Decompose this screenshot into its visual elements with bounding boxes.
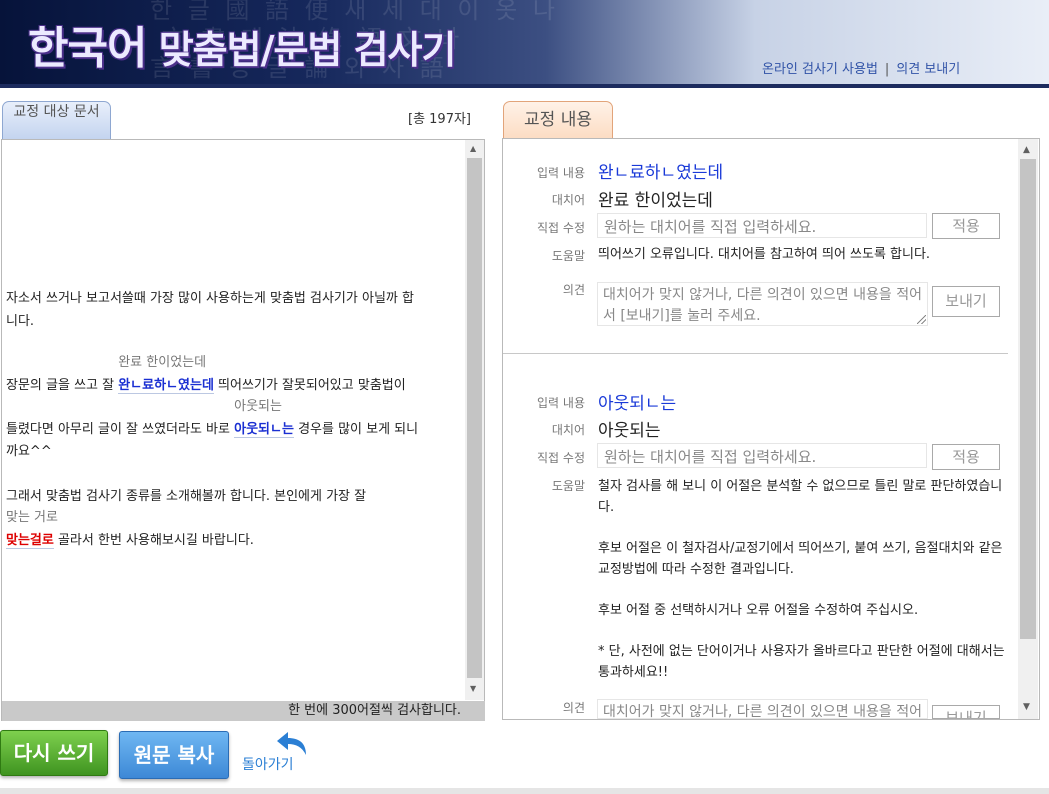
label-help: 도움말 <box>551 479 585 493</box>
label-input: 입력 내용 <box>537 166 585 180</box>
text-segment: 장문의 글을 쓰고 잘 <box>6 378 119 393</box>
resize-grip-icon[interactable] <box>917 315 926 324</box>
label-help: 도움말 <box>551 249 585 263</box>
scroll-down-arrow-icon[interactable]: ▼ <box>1023 702 1030 712</box>
help-paragraph: 후보 어절은 이 철자검사/교정기에서 띄어쓰기, 붙여 쓰기, 음절대치와 같… <box>598 541 1003 577</box>
apply-button[interactable]: 적용 <box>932 444 1000 470</box>
help-paragraph: * 단, 사전에 없는 단어이거나 사용자가 올바르다고 판단한 어절에 대해서… <box>598 644 1005 680</box>
scroll-up-arrow-icon[interactable]: ▲ <box>470 144 476 153</box>
text-line: 그래서 맞춤법 검사기 종류를 소개해볼까 합니다. 본인에게 가장 잘 <box>6 489 367 504</box>
suggestion-label: 맞는 거로 <box>6 510 58 525</box>
scroll-down-arrow-icon[interactable]: ▼ <box>470 684 476 693</box>
text-line: 틀렸다면 아무리 글이 잘 쓰였더라도 바로 아웃되는아웃되ㄴ는 경우를 많이 … <box>6 399 419 441</box>
char-count: [총 197자] <box>408 112 472 127</box>
label-direct-edit: 직접 수정 <box>537 221 585 235</box>
correction-divider <box>503 353 1008 354</box>
scrollbar-thumb[interactable] <box>1020 159 1036 639</box>
back-label: 돌아가기 <box>242 757 294 773</box>
error-word-text: 완ㄴ료하ㄴ였는데 <box>118 378 214 393</box>
label-input: 입력 내용 <box>537 396 585 410</box>
copy-original-button[interactable]: 원문 복사 <box>119 731 229 779</box>
send-button[interactable]: 보내기 <box>932 286 1000 317</box>
suggestion-label: 아웃되는 <box>234 399 282 414</box>
text-line: 맞는 거로맞는걸로 골라서 한번 사용해보시길 바랍니다. <box>6 510 254 552</box>
help-text: 철자 검사를 해 보니 이 어절은 분석할 수 없으므로 틀린 말로 판단하였습… <box>598 476 1006 683</box>
right-scrollbar[interactable]: ▲ ▼ <box>1018 139 1038 719</box>
usage-guide-link[interactable]: 온라인 검사기 사용법 <box>762 62 878 77</box>
link-separator: | <box>884 62 890 77</box>
check-limit-note: 한 번에 300어절씩 검사합니다. <box>2 701 485 721</box>
header-banner: 한 글 國 語 便 새 세 대 이 옷 나 文 書 대 法 綠 語 文 바 言 … <box>0 0 1049 88</box>
logo-part2: 맞춤법/문법 검사기 <box>158 28 457 72</box>
text-line: 장문의 글을 쓰고 잘 완료 한이었는데완ㄴ료하ㄴ였는데 띄어쓰기가 잘못되어있… <box>6 355 406 397</box>
text-segment: 경우를 많이 보게 되니 <box>293 422 419 437</box>
text-segment: 골라서 한번 사용해보시길 바랍니다. <box>53 533 254 548</box>
top-links: 온라인 검사기 사용법 | 의견 보내기 <box>762 58 960 77</box>
send-button[interactable]: 보내기 <box>932 705 1000 719</box>
label-replacement: 대치어 <box>551 193 585 207</box>
scrollbar-thumb[interactable] <box>467 158 482 678</box>
text-line: 니다. <box>6 314 35 329</box>
text-segment: 띄어쓰기가 잘못되어있고 맞춤법이 <box>213 378 406 393</box>
feedback-link[interactable]: 의견 보내기 <box>896 62 960 77</box>
label-direct-edit: 직접 수정 <box>537 451 585 465</box>
help-text: 띄어쓰기 오류입니다. 대치어를 참고하여 띄어 쓰도록 합니다. <box>598 247 931 262</box>
input-word: 완ㄴ료하ㄴ였는데 <box>598 163 724 183</box>
label-replacement: 대치어 <box>551 423 585 437</box>
input-word: 아웃되ㄴ는 <box>598 394 677 414</box>
text-line: 자소서 쓰거나 보고서쓸때 가장 많이 사용하는게 맞춤법 검사기가 아닐까 합 <box>6 291 414 306</box>
rewrite-button[interactable]: 다시 쓰기 <box>0 730 108 776</box>
help-paragraph: 후보 어절 중 선택하시거나 오류 어절을 수정하여 주십시오. <box>598 603 919 618</box>
scroll-up-arrow-icon[interactable]: ▲ <box>1023 145 1030 155</box>
error-word-text: 아웃되ㄴ는 <box>234 422 294 437</box>
apply-button[interactable]: 적용 <box>932 213 1000 239</box>
opinion-textarea[interactable]: 대치어가 맞지 않거나, 다른 의견이 있으면 내용을 적어서 [보내기]를 눌… <box>597 699 928 719</box>
replacement-word[interactable]: 아웃되는 <box>598 416 661 441</box>
back-arrow-icon <box>277 732 306 755</box>
replacement-word[interactable]: 완료 한이었는데 <box>598 186 713 211</box>
opinion-placeholder: 대치어가 맞지 않거나, 다른 의견이 있으면 내용을 적어서 [보내기]를 눌… <box>603 287 922 324</box>
help-paragraph: 철자 검사를 해 보니 이 어절은 분석할 수 없으므로 틀린 말로 판단하였습… <box>598 479 1003 515</box>
opinion-textarea[interactable]: 대치어가 맞지 않거나, 다른 의견이 있으면 내용을 적어서 [보내기]를 눌… <box>597 282 928 326</box>
label-opinion: 의견 <box>562 283 585 297</box>
error-word[interactable]: 아웃되는아웃되ㄴ는 <box>234 399 294 438</box>
left-scrollbar[interactable]: ▲ ▼ <box>465 140 484 700</box>
error-word[interactable]: 맞는 거로맞는걸로 <box>6 510 58 549</box>
direct-edit-input[interactable]: 원하는 대치어를 직접 입력하세요. <box>597 443 927 468</box>
suggestion-label: 완료 한이었는데 <box>118 355 207 370</box>
text-segment: 틀렸다면 아무리 글이 잘 쓰였더라도 바로 <box>6 422 235 437</box>
header-bottom-border <box>0 84 1049 88</box>
direct-edit-input[interactable]: 원하는 대치어를 직접 입력하세요. <box>597 213 927 238</box>
error-word-text: 맞는걸로 <box>6 533 54 548</box>
site-logo[interactable]: 한국어 맞춤법/문법 검사기 <box>28 12 457 76</box>
page-bottom-edge <box>0 788 1049 794</box>
opinion-placeholder: 대치어가 맞지 않거나, 다른 의견이 있으면 내용을 적어서 [보내기]를 눌… <box>603 704 922 719</box>
tab-source-document[interactable]: 교정 대상 문서 <box>2 101 111 139</box>
text-line: 까요^^ <box>6 444 52 459</box>
label-opinion: 의견 <box>562 701 585 715</box>
back-button[interactable]: 돌아가기 <box>240 730 314 776</box>
error-word[interactable]: 완료 한이었는데완ㄴ료하ㄴ였는데 <box>118 355 214 394</box>
logo-part1: 한국어 <box>28 23 147 74</box>
tab-correction-details[interactable]: 교정 내용 <box>503 101 613 139</box>
